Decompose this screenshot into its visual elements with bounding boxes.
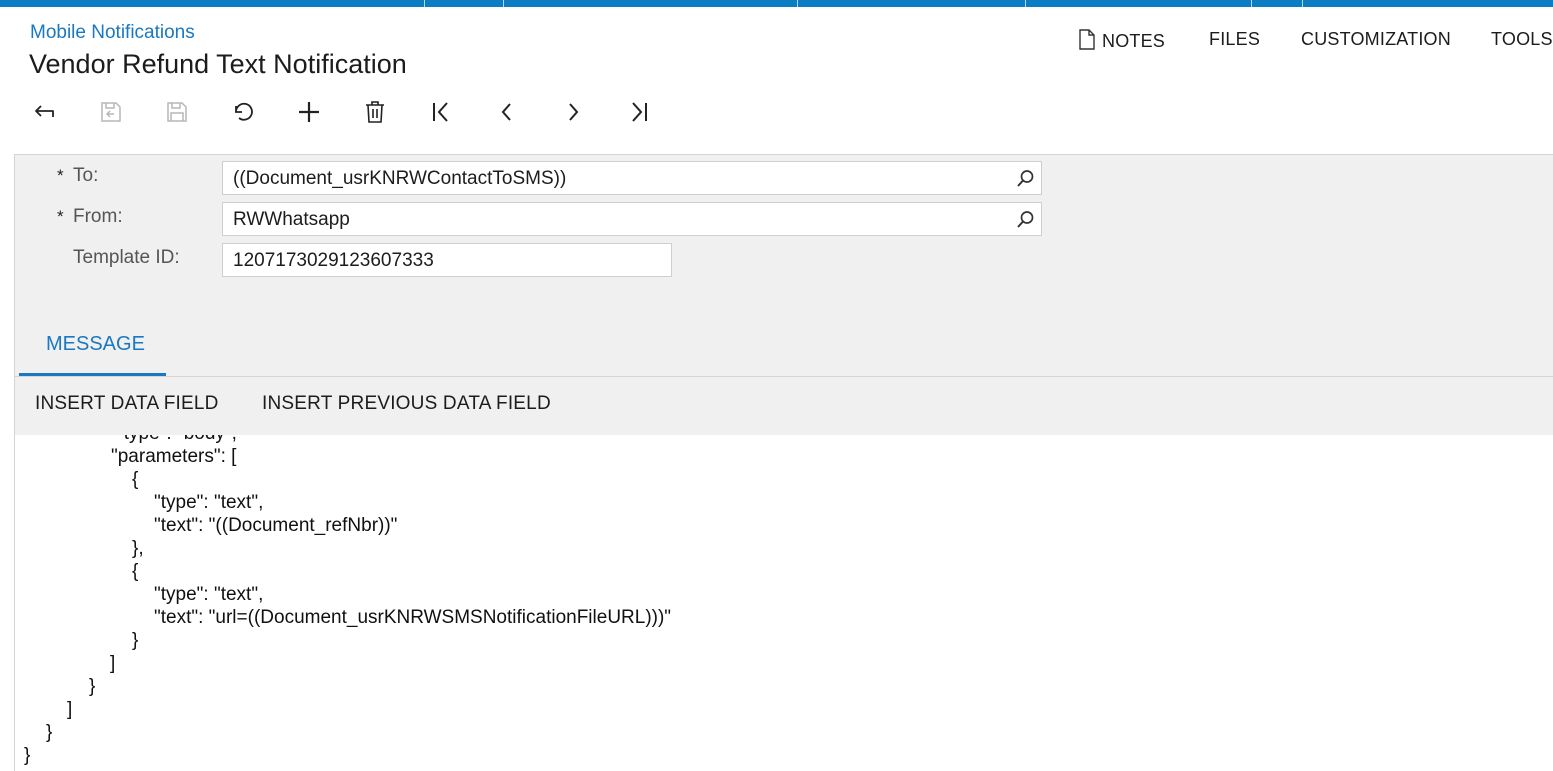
back-button[interactable] (25, 92, 65, 132)
template-id-input[interactable]: 1207173029123607333 (222, 243, 672, 277)
insert-data-field-button[interactable]: INSERT DATA FIELD (35, 393, 219, 415)
to-field-row: * To: ((Document_usrKNRWContactToSMS)) (15, 157, 1115, 195)
from-value: RWWhatsapp (233, 209, 350, 230)
required-mark: * (57, 166, 64, 185)
save-button[interactable] (157, 92, 197, 132)
save-and-close-button[interactable] (91, 92, 131, 132)
code-line: "text": "((Document_refNbr))" (154, 515, 398, 536)
template-id-label: Template ID: (73, 247, 180, 268)
cancel-button[interactable] (223, 92, 263, 132)
next-record-button[interactable] (553, 92, 593, 132)
topbar-divider (1251, 0, 1252, 7)
save-icon (167, 102, 187, 122)
search-icon[interactable] (1016, 210, 1035, 229)
previous-record-icon (501, 103, 511, 121)
from-input[interactable]: RWWhatsapp (222, 202, 1042, 236)
add-button[interactable] (289, 92, 329, 132)
code-line: } (132, 630, 139, 651)
record-toolbar (0, 92, 700, 134)
form-panel: * To: ((Document_usrKNRWContactToSMS)) *… (14, 154, 1553, 377)
required-mark: * (57, 207, 64, 226)
code-line: } (24, 745, 31, 766)
tools-button[interactable]: TOOLS (1491, 29, 1553, 50)
template-id-value: 1207173029123607333 (233, 250, 434, 271)
code-line: ] (110, 653, 116, 674)
message-editor[interactable]: "type": "body", "parameters": [ { "type"… (14, 435, 1553, 771)
notes-label: NOTES (1102, 31, 1166, 51)
files-button[interactable]: FILES (1209, 29, 1260, 50)
code-line: "text": "url=((Document_usrKNRWSMSNotifi… (154, 607, 672, 628)
from-field-row: * From: RWWhatsapp (15, 198, 1115, 236)
previous-record-button[interactable] (487, 92, 527, 132)
save-and-close-icon (101, 102, 121, 122)
first-record-icon (433, 102, 448, 122)
code-line: { (132, 561, 139, 582)
add-icon (299, 102, 319, 122)
search-icon[interactable] (1016, 169, 1035, 188)
from-label: From: (73, 206, 123, 227)
to-input[interactable]: ((Document_usrKNRWContactToSMS)) (222, 161, 1042, 195)
code-line: } (89, 676, 96, 697)
to-label: To: (73, 165, 99, 186)
insert-previous-data-field-button[interactable]: INSERT PREVIOUS DATA FIELD (262, 393, 551, 415)
delete-button[interactable] (355, 92, 395, 132)
template-id-field-row: Template ID: 1207173029123607333 (15, 239, 1115, 277)
last-record-icon (632, 102, 647, 122)
code-line: "type": "body", (117, 435, 237, 445)
code-line: ] (67, 699, 73, 720)
code-line: }, (132, 538, 144, 559)
topbar-divider (1025, 0, 1026, 7)
last-record-button[interactable] (619, 92, 659, 132)
undo-icon (235, 102, 253, 121)
topbar-divider (1302, 0, 1303, 7)
topbar-divider (797, 0, 798, 7)
document-icon (1079, 29, 1095, 50)
code-line: { (132, 469, 139, 490)
top-accent-bar (0, 0, 1553, 7)
notes-button[interactable]: NOTES (1078, 29, 1165, 52)
breadcrumb[interactable]: Mobile Notifications (30, 22, 195, 44)
code-line: "type": "text", (154, 492, 264, 513)
delete-icon (366, 101, 384, 123)
topbar-divider (503, 0, 504, 7)
first-record-button[interactable] (421, 92, 461, 132)
code-line: } (46, 722, 53, 743)
next-record-icon (569, 103, 579, 121)
page-title: Vendor Refund Text Notification (29, 49, 407, 79)
message-toolbar: INSERT DATA FIELD INSERT PREVIOUS DATA F… (14, 376, 1553, 436)
topbar-divider (424, 0, 425, 7)
customization-button[interactable]: CUSTOMIZATION (1301, 29, 1451, 50)
back-icon (35, 105, 54, 117)
tab-message[interactable]: MESSAGE (46, 333, 145, 356)
code-line: "type": "text", (154, 584, 264, 605)
to-value: ((Document_usrKNRWContactToSMS)) (233, 168, 567, 189)
code-line: "parameters": [ (111, 446, 237, 467)
